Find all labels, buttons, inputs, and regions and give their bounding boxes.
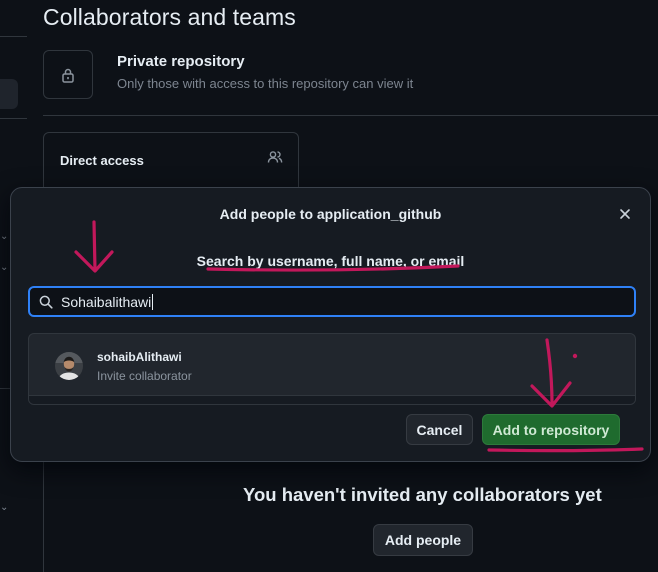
- search-field[interactable]: [28, 286, 636, 317]
- avatar: [55, 352, 83, 380]
- direct-access-title: Direct access: [60, 153, 144, 168]
- empty-state-text: You haven't invited any collaborators ye…: [243, 484, 602, 505]
- sidebar-divider: [0, 36, 27, 37]
- search-icon: [39, 295, 53, 309]
- close-button[interactable]: [614, 203, 636, 225]
- add-people-button[interactable]: Add people: [373, 524, 473, 556]
- dialog-title: Add people to application_github: [219, 206, 442, 222]
- lock-icon: [62, 68, 74, 83]
- add-to-repository-button[interactable]: Add to repository: [482, 414, 620, 445]
- search-label: Search by username, full name, or email: [196, 253, 465, 269]
- cancel-button[interactable]: Cancel: [406, 414, 473, 445]
- chevron-down-icon[interactable]: ⌄: [0, 231, 10, 242]
- sidebar-item-active[interactable]: [0, 79, 18, 109]
- search-input[interactable]: [61, 288, 621, 315]
- search-results: sohaibAlithawi Invite collaborator: [28, 333, 636, 405]
- result-username: sohaibAlithawi: [97, 350, 182, 364]
- list-item[interactable]: sohaibAlithawi Invite collaborator: [29, 334, 635, 396]
- x-icon: [620, 209, 630, 219]
- results-footer: [29, 395, 635, 404]
- chevron-down-icon[interactable]: ⌄: [0, 262, 10, 273]
- chevron-down-icon[interactable]: ⌄: [0, 502, 10, 513]
- text-caret: [152, 294, 153, 310]
- section-divider: [43, 115, 658, 116]
- people-icon: [267, 151, 283, 163]
- visibility-title: Private repository: [117, 53, 245, 70]
- result-subtitle: Invite collaborator: [97, 369, 192, 383]
- private-repo-badge: [43, 50, 93, 99]
- page-title: Collaborators and teams: [43, 4, 296, 30]
- visibility-description: Only those with access to this repositor…: [117, 76, 414, 91]
- add-people-dialog: Add people to application_github Search …: [10, 187, 651, 462]
- sidebar-divider: [0, 118, 27, 119]
